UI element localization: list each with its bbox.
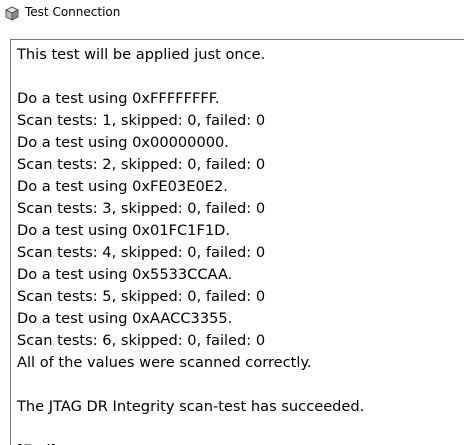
output-log-panel[interactable]: This test will be applied just once. Do a… [10, 39, 464, 445]
output-line: This test will be applied just once. [17, 46, 266, 63]
output-line: Do a test using 0xAACC3355. [17, 310, 233, 327]
output-line: [End] [17, 440, 364, 445]
output-line: Do a test using 0x00000000. [17, 134, 229, 151]
output-line: Scan tests: 6, skipped: 0, failed: 0 [17, 332, 266, 349]
test-connection-window: Test Connection This test will be applie… [0, 0, 464, 445]
output-line: Do a test using 0x5533CCAA. [17, 266, 233, 283]
output-line: Scan tests: 4, skipped: 0, failed: 0 [17, 244, 266, 261]
output-line: All of the values were scanned correctly… [17, 354, 312, 371]
cube-app-icon [4, 6, 20, 22]
output-line: Scan tests: 1, skipped: 0, failed: 0 [17, 112, 266, 129]
output-line: The JTAG DR Integrity scan-test has succ… [17, 398, 365, 415]
output-line: Do a test using 0xFE03E0E2. [17, 178, 228, 195]
output-line: Scan tests: 5, skipped: 0, failed: 0 [17, 288, 266, 305]
output-line: Do a test using 0x01FC1F1D. [17, 222, 231, 239]
output-line: Do a test using 0xFFFFFFFF. [17, 90, 220, 107]
output-line: Scan tests: 2, skipped: 0, failed: 0 [17, 156, 266, 173]
output-log-text: This test will be applied just once. Do a… [17, 44, 364, 445]
title-bar[interactable]: Test Connection [0, 0, 464, 28]
window-title: Test Connection [25, 5, 121, 19]
output-line: Scan tests: 3, skipped: 0, failed: 0 [17, 200, 266, 217]
